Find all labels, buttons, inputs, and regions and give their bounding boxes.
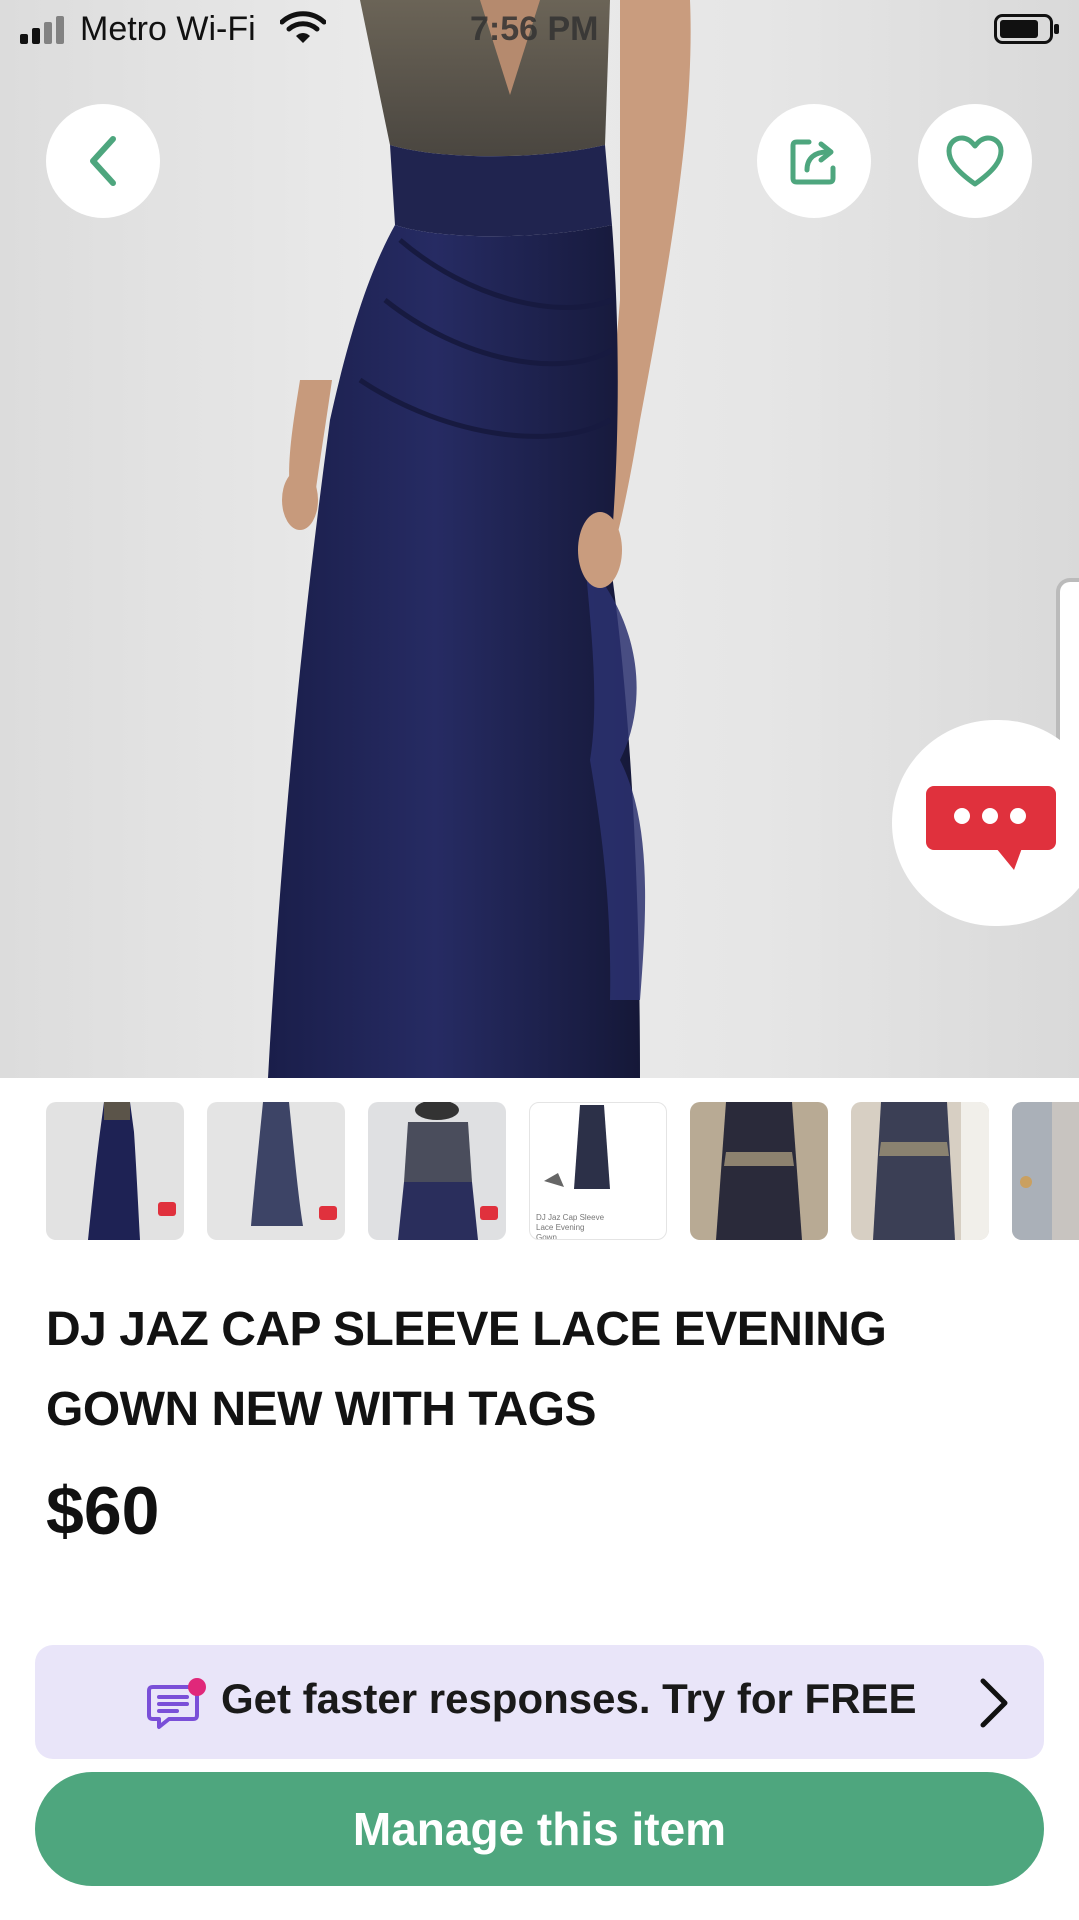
status-bar: Metro Wi-Fi 7:56 PM xyxy=(0,0,1079,60)
thumbnail-caption: DJ Jaz Cap Sleeve Lace Evening Gown xyxy=(536,1213,605,1240)
share-button[interactable] xyxy=(757,104,871,218)
battery-icon xyxy=(994,14,1059,44)
chevron-left-icon xyxy=(90,136,116,186)
chat-icon xyxy=(926,786,1056,870)
thumbnail-strip[interactable]: DJ Jaz Cap Sleeve Lace Evening Gown xyxy=(0,1100,1079,1240)
status-time: 7:56 PM xyxy=(470,10,599,48)
back-button[interactable] xyxy=(46,104,160,218)
share-icon xyxy=(790,139,836,185)
favorite-button[interactable] xyxy=(918,104,1032,218)
promo-banner[interactable]: Get faster responses. Try for FREE xyxy=(35,1645,1044,1759)
message-icon xyxy=(147,1678,206,1729)
chevron-right-icon xyxy=(980,1678,1008,1728)
thumbnail-image xyxy=(88,1102,176,1240)
thumbnail[interactable] xyxy=(1012,1102,1079,1240)
thumbnail[interactable] xyxy=(851,1102,989,1240)
thumbnail-image xyxy=(398,1102,498,1240)
manage-item-button[interactable]: Manage this item xyxy=(35,1772,1044,1886)
promo-text: Get faster responses. Try for FREE xyxy=(221,1675,917,1722)
thumbnail-image xyxy=(716,1102,802,1240)
thumbnail[interactable] xyxy=(207,1102,345,1240)
thumbnail[interactable] xyxy=(690,1102,828,1240)
heart-icon xyxy=(946,135,1004,187)
thumbnail-image xyxy=(251,1102,337,1226)
thumbnail-image xyxy=(1012,1102,1052,1240)
thumbnail[interactable] xyxy=(368,1102,506,1240)
wifi-icon xyxy=(280,11,326,43)
signal-icon xyxy=(20,14,68,44)
thumbnail[interactable] xyxy=(46,1102,184,1240)
thumbnail-image xyxy=(873,1102,989,1240)
carrier-name: Metro Wi-Fi xyxy=(80,10,256,48)
thumbnail[interactable]: DJ Jaz Cap Sleeve Lace Evening Gown xyxy=(529,1102,667,1240)
listing-price: $60 xyxy=(46,1473,160,1549)
listing-title: DJ JAZ CAP SLEEVE LACE EVENING GOWN NEW … xyxy=(46,1303,887,1436)
